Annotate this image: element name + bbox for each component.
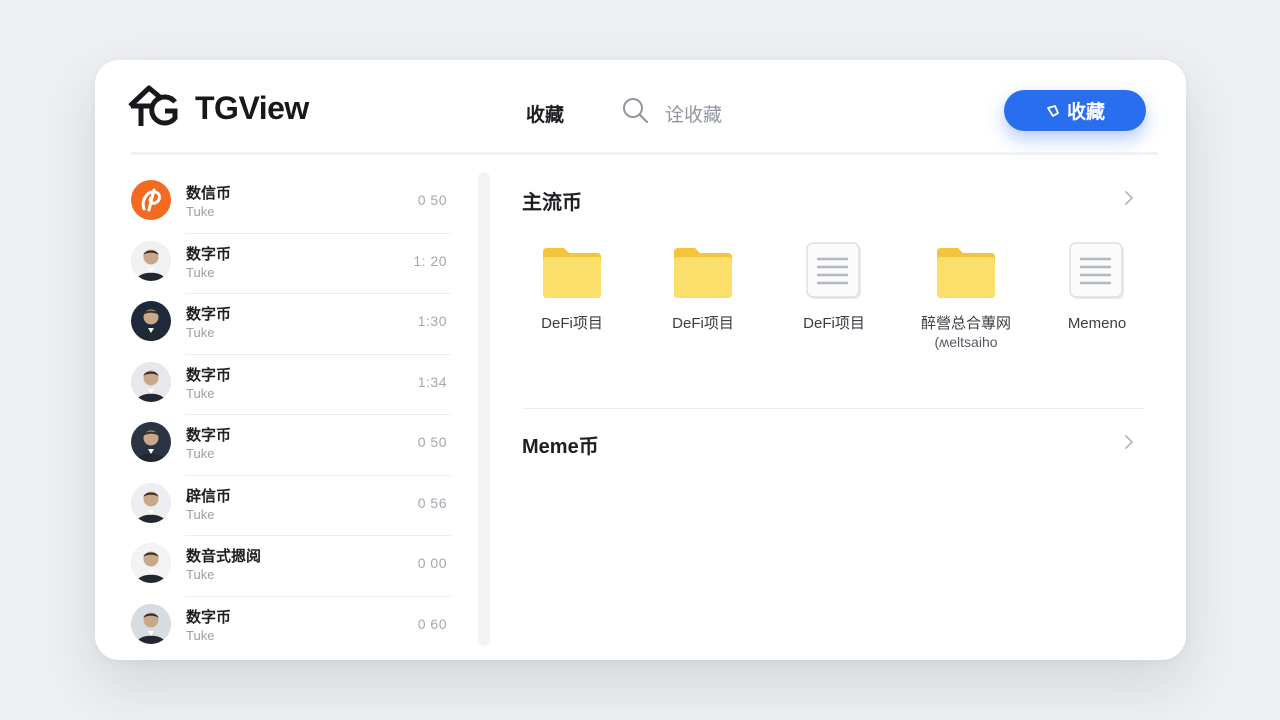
contact-time: 0 00 bbox=[417, 555, 447, 571]
contact-name: 辟信币 bbox=[186, 487, 232, 505]
contact-list: 数信币 Tuke 0 50 数字币 Tuke 1: 20 数字币 Tuke 1:30 数字币 Tuk… bbox=[129, 172, 451, 656]
header-divider bbox=[131, 152, 1158, 155]
chevron-right-icon[interactable] bbox=[1123, 434, 1135, 450]
app-window: TGView 收藏 诠收藏 收藏 数信币 Tuke 0 50 数字币 Tuke 1: 20… bbox=[95, 60, 1186, 660]
section-divider bbox=[522, 408, 1144, 409]
folder-icon bbox=[671, 240, 735, 302]
contact-subtitle: Tuke bbox=[186, 325, 215, 340]
chevron-right-icon[interactable] bbox=[1123, 190, 1135, 206]
file-label: DeFi项目 bbox=[803, 315, 865, 332]
app-title: TGView bbox=[195, 90, 309, 126]
contact-name: 数字币 bbox=[186, 245, 232, 263]
contact-subtitle: Tuke bbox=[186, 204, 215, 219]
contact-subtitle: Tuke bbox=[186, 627, 215, 643]
tgview-logo-icon bbox=[128, 85, 178, 126]
file-item[interactable]: DeFi项目 bbox=[648, 240, 758, 333]
list-item[interactable]: 数字币 Tuke 0 50 bbox=[129, 414, 451, 475]
search-icon bbox=[623, 98, 649, 124]
list-item[interactable]: 数字币 Tuke 0 60 bbox=[129, 595, 451, 657]
contact-time: 0 50 bbox=[417, 434, 447, 450]
contact-subtitle: Tuke bbox=[186, 506, 215, 522]
contact-subtitle: Tuke bbox=[186, 446, 215, 461]
avatar bbox=[131, 482, 171, 523]
contact-subtitle: Tuke bbox=[186, 264, 215, 280]
file-label: DeFi项目 bbox=[672, 315, 734, 332]
file-grid: DeFi项目 DeFi项目 DeFi项目 醉營总合蓴网 (ʍeltsaiho Memeno bbox=[517, 240, 1157, 380]
list-item[interactable]: 数音式摁阅 Tuke 0 00 bbox=[129, 535, 451, 596]
file-label: 醉營总合蓴网 bbox=[920, 315, 1011, 332]
avatar bbox=[131, 301, 171, 341]
file-label: DeFi项目 bbox=[541, 315, 603, 332]
contact-name: 数字币 bbox=[186, 427, 232, 444]
list-item[interactable]: 数字币 Tuke 1:34 bbox=[129, 353, 451, 415]
file-sublabel: (ʍeltsaiho bbox=[934, 334, 998, 350]
file-item[interactable]: Memeno bbox=[1042, 240, 1152, 333]
avatar bbox=[131, 422, 171, 462]
contact-name: 数音式摁阅 bbox=[186, 548, 262, 565]
contact-name: 数信币 bbox=[186, 185, 232, 202]
file-item[interactable]: DeFi项目 bbox=[779, 240, 889, 333]
file-item[interactable]: 醉營总合蓴网 (ʍeltsaiho bbox=[911, 240, 1021, 351]
avatar bbox=[131, 543, 171, 583]
favorite-button-label: 收藏 bbox=[1066, 102, 1105, 123]
list-item[interactable]: 辟信币 Tuke 0 56 bbox=[129, 474, 451, 536]
contact-subtitle: Tuke bbox=[186, 567, 215, 582]
contact-time: 0 50 bbox=[417, 192, 447, 208]
contact-name: 数字币 bbox=[186, 306, 232, 323]
contact-time: 0 60 bbox=[417, 615, 447, 632]
avatar bbox=[131, 603, 171, 644]
file-label: Memeno bbox=[1067, 315, 1127, 332]
contact-time: 0 56 bbox=[417, 494, 447, 511]
contact-time: 1: 20 bbox=[413, 252, 447, 269]
file-item[interactable]: DeFi项目 bbox=[517, 240, 627, 333]
contact-time: 1:30 bbox=[417, 313, 447, 329]
folder-icon bbox=[540, 240, 604, 302]
contact-subtitle: Tuke bbox=[186, 385, 215, 401]
avatar bbox=[131, 240, 171, 281]
list-scrollbar[interactable] bbox=[478, 172, 490, 646]
contact-name: 数字币 bbox=[186, 608, 232, 626]
list-item[interactable]: 数信币 Tuke 0 50 bbox=[129, 172, 451, 233]
list-item[interactable]: 数字币 Tuke 1:30 bbox=[129, 293, 451, 354]
list-item[interactable]: 数字币 Tuke 1: 20 bbox=[129, 232, 451, 294]
nav-favorites-tab[interactable]: 收藏 bbox=[526, 100, 564, 127]
section-title-meme: Meme币 bbox=[522, 436, 599, 458]
section-title-mainstream: 主流币 bbox=[522, 192, 582, 214]
avatar bbox=[131, 361, 171, 402]
document-icon bbox=[802, 240, 866, 302]
pin-icon bbox=[1047, 104, 1059, 117]
search-input[interactable]: 诠收藏 bbox=[665, 100, 722, 127]
search-box[interactable]: 诠收藏 bbox=[621, 94, 841, 128]
brand-logo-avatar bbox=[131, 180, 171, 220]
contact-time: 1:34 bbox=[417, 373, 447, 390]
contact-name: 数字币 bbox=[186, 366, 232, 384]
favorite-button[interactable]: 收藏 bbox=[1004, 90, 1146, 131]
folder-icon bbox=[934, 240, 998, 302]
document-icon bbox=[1065, 240, 1129, 302]
